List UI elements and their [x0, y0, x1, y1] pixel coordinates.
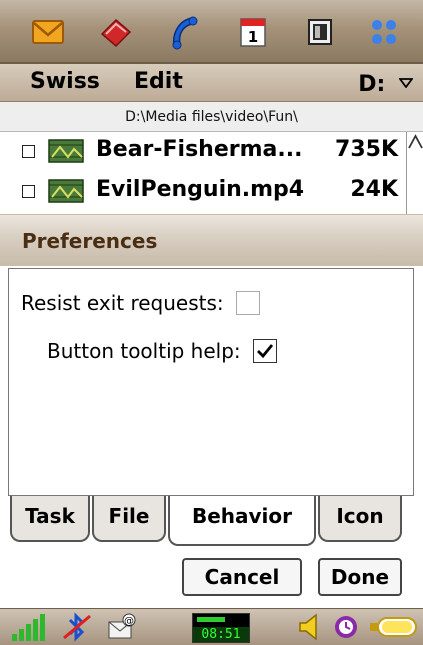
- notes-icon[interactable]: [98, 14, 134, 50]
- clock-display: 08:51: [192, 613, 250, 643]
- video-file-icon: [48, 139, 84, 163]
- email-alert-icon: @: [106, 612, 138, 642]
- menu-edit[interactable]: Edit: [134, 69, 183, 94]
- volume-icon[interactable]: [296, 612, 324, 642]
- status-bar: @ 08:51: [0, 608, 423, 645]
- battery-icon: [368, 612, 420, 642]
- file-row[interactable]: Bear-Fisherma... 735K: [0, 132, 406, 170]
- file-row[interactable]: EvilPenguin.mp4 24K: [0, 172, 406, 210]
- tab-behavior[interactable]: Behavior: [168, 496, 316, 546]
- tab-file[interactable]: File: [92, 496, 166, 542]
- video-file-icon: [48, 179, 84, 203]
- tab-task[interactable]: Task: [10, 496, 90, 542]
- list-scrollbar[interactable]: [406, 132, 423, 214]
- menu-bar: Swiss Edit D:: [0, 64, 423, 102]
- app-launcher-bar: 1: [0, 0, 423, 64]
- phone-icon[interactable]: [166, 14, 202, 50]
- file-select-checkbox[interactable]: [22, 185, 35, 198]
- drive-label: D:: [358, 72, 386, 97]
- file-list: Bear-Fisherma... 735K EvilPenguin.mp4 24…: [0, 132, 423, 214]
- preferences-panel: Resist exit requests: Button tooltip hel…: [8, 268, 414, 496]
- drive-selector[interactable]: D:: [358, 69, 414, 97]
- tooltip-help-checkbox[interactable]: [253, 338, 278, 363]
- checkmark-icon: [257, 343, 274, 358]
- pref-label: Resist exit requests:: [21, 290, 224, 315]
- mail-icon[interactable]: [30, 14, 66, 50]
- chevron-down-icon: [398, 69, 414, 94]
- dialog-title: Preferences: [22, 229, 158, 253]
- media-icon[interactable]: [302, 14, 338, 50]
- file-name: EvilPenguin.mp4: [96, 177, 305, 202]
- signal-icon: [10, 612, 46, 642]
- svg-text:@: @: [124, 616, 134, 627]
- alarm-icon: [332, 612, 360, 642]
- path-bar: D:\Media files\video\Fun\: [0, 102, 423, 132]
- done-button[interactable]: Done: [318, 558, 402, 596]
- scroll-up-icon[interactable]: [407, 134, 423, 158]
- pref-tooltip-help: Button tooltip help:: [47, 337, 278, 363]
- clock-time: 08:51: [193, 627, 249, 642]
- cancel-button[interactable]: Cancel: [182, 558, 302, 596]
- tab-bar: Task File Behavior Icon: [8, 496, 414, 546]
- file-size: 24K: [350, 177, 398, 202]
- svg-text:1: 1: [248, 28, 258, 46]
- pref-label: Button tooltip help:: [47, 338, 241, 363]
- dialog-header: Preferences: [0, 214, 423, 266]
- tab-icon[interactable]: Icon: [318, 496, 402, 542]
- menu-swiss[interactable]: Swiss: [30, 69, 100, 94]
- file-name: Bear-Fisherma...: [96, 137, 303, 162]
- pref-resist-exit: Resist exit requests:: [21, 289, 260, 315]
- clock-bar: [197, 617, 225, 622]
- resist-exit-checkbox[interactable]: [236, 290, 260, 315]
- calendar-icon[interactable]: 1: [235, 14, 271, 50]
- file-select-checkbox[interactable]: [22, 145, 35, 158]
- bluetooth-icon: [60, 612, 94, 642]
- apps-grid-icon[interactable]: [366, 14, 402, 50]
- file-size: 735K: [335, 137, 398, 162]
